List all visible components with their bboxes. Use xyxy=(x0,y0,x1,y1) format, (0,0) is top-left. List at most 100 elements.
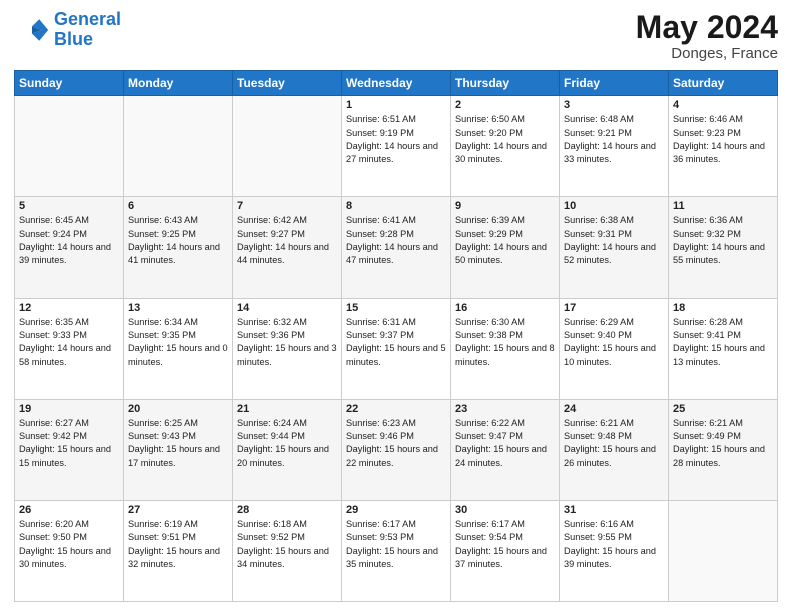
day-number: 4 xyxy=(673,99,773,111)
cell-info: Sunrise: 6:45 AM Sunset: 9:24 PM Dayligh… xyxy=(19,214,119,267)
day-number: 16 xyxy=(455,302,555,314)
cell-info: Sunrise: 6:18 AM Sunset: 9:52 PM Dayligh… xyxy=(237,518,337,571)
header: GeneralBlue May 2024 Donges, France xyxy=(14,10,778,62)
day-number: 15 xyxy=(346,302,446,314)
calendar-cell xyxy=(15,96,124,197)
calendar-cell: 20Sunrise: 6:25 AM Sunset: 9:43 PM Dayli… xyxy=(124,399,233,500)
column-header-monday: Monday xyxy=(124,71,233,96)
cell-info: Sunrise: 6:27 AM Sunset: 9:42 PM Dayligh… xyxy=(19,417,119,470)
calendar-cell: 23Sunrise: 6:22 AM Sunset: 9:47 PM Dayli… xyxy=(451,399,560,500)
calendar-cell xyxy=(124,96,233,197)
calendar-cell: 17 Sunrise: 6:29 AM Sunset: 9:40 PM Dayli… xyxy=(560,298,669,399)
calendar-cell: 3Sunrise: 6:48 AM Sunset: 9:21 PM Daylig… xyxy=(560,96,669,197)
column-header-friday: Friday xyxy=(560,71,669,96)
cell-info: Sunrise: 6:50 AM Sunset: 9:20 PM Dayligh… xyxy=(455,113,555,166)
calendar-header-row: SundayMondayTuesdayWednesdayThursdayFrid… xyxy=(15,71,778,96)
calendar-cell xyxy=(233,96,342,197)
calendar-cell xyxy=(669,500,778,601)
week-row-1: 1Sunrise: 6:51 AM Sunset: 9:19 PM Daylig… xyxy=(15,96,778,197)
calendar-cell: 31Sunrise: 6:16 AM Sunset: 9:55 PM Dayli… xyxy=(560,500,669,601)
week-row-3: 12Sunrise: 6:35 AM Sunset: 9:33 PM Dayli… xyxy=(15,298,778,399)
cell-info: Sunrise: 6:17 AM Sunset: 9:53 PM Dayligh… xyxy=(346,518,446,571)
calendar-cell: 19 Sunrise: 6:27 AM Sunset: 9:42 PM Dayli… xyxy=(15,399,124,500)
calendar-cell: 24 Sunrise: 6:21 AM Sunset: 9:48 PM Dayli… xyxy=(560,399,669,500)
calendar-cell: 8 Sunrise: 6:41 AM Sunset: 9:28 PM Daylig… xyxy=(342,197,451,298)
cell-info: Sunrise: 6:21 AM Sunset: 9:48 PM Dayligh… xyxy=(564,417,664,470)
calendar-cell: 4 Sunrise: 6:46 AM Sunset: 9:23 PM Daylig… xyxy=(669,96,778,197)
week-row-5: 26 Sunrise: 6:20 AM Sunset: 9:50 PM Dayli… xyxy=(15,500,778,601)
day-number: 28 xyxy=(237,504,337,516)
week-row-2: 5 Sunrise: 6:45 AM Sunset: 9:24 PM Daylig… xyxy=(15,197,778,298)
cell-info: Sunrise: 6:48 AM Sunset: 9:21 PM Dayligh… xyxy=(564,113,664,166)
cell-info: Sunrise: 6:19 AM Sunset: 9:51 PM Dayligh… xyxy=(128,518,228,571)
calendar-cell: 10 Sunrise: 6:38 AM Sunset: 9:31 PM Dayli… xyxy=(560,197,669,298)
logo-text: GeneralBlue xyxy=(54,10,121,50)
day-number: 7 xyxy=(237,200,337,212)
cell-info: Sunrise: 6:29 AM Sunset: 9:40 PM Dayligh… xyxy=(564,316,664,369)
calendar-cell: 26 Sunrise: 6:20 AM Sunset: 9:50 PM Dayli… xyxy=(15,500,124,601)
day-number: 1 xyxy=(346,99,446,111)
cell-info: Sunrise: 6:36 AM Sunset: 9:32 PM Dayligh… xyxy=(673,214,773,267)
day-number: 19 xyxy=(19,403,119,415)
day-number: 6 xyxy=(128,200,228,212)
calendar-table: SundayMondayTuesdayWednesdayThursdayFrid… xyxy=(14,70,778,602)
cell-info: Sunrise: 6:43 AM Sunset: 9:25 PM Dayligh… xyxy=(128,214,228,267)
calendar-cell: 11 Sunrise: 6:36 AM Sunset: 9:32 PM Dayli… xyxy=(669,197,778,298)
calendar-cell: 1Sunrise: 6:51 AM Sunset: 9:19 PM Daylig… xyxy=(342,96,451,197)
calendar-cell: 5 Sunrise: 6:45 AM Sunset: 9:24 PM Daylig… xyxy=(15,197,124,298)
calendar-cell: 6 Sunrise: 6:43 AM Sunset: 9:25 PM Daylig… xyxy=(124,197,233,298)
page: GeneralBlue May 2024 Donges, France Sund… xyxy=(0,0,792,612)
day-number: 8 xyxy=(346,200,446,212)
cell-info: Sunrise: 6:23 AM Sunset: 9:46 PM Dayligh… xyxy=(346,417,446,470)
cell-info: Sunrise: 6:34 AM Sunset: 9:35 PM Dayligh… xyxy=(128,316,228,369)
calendar-cell: 12Sunrise: 6:35 AM Sunset: 9:33 PM Dayli… xyxy=(15,298,124,399)
day-number: 29 xyxy=(346,504,446,516)
calendar-cell: 13 Sunrise: 6:34 AM Sunset: 9:35 PM Dayli… xyxy=(124,298,233,399)
column-header-thursday: Thursday xyxy=(451,71,560,96)
calendar-cell: 22Sunrise: 6:23 AM Sunset: 9:46 PM Dayli… xyxy=(342,399,451,500)
logo-icon xyxy=(14,12,50,48)
subtitle: Donges, France xyxy=(636,45,778,62)
calendar-cell: 29 Sunrise: 6:17 AM Sunset: 9:53 PM Dayli… xyxy=(342,500,451,601)
cell-info: Sunrise: 6:38 AM Sunset: 9:31 PM Dayligh… xyxy=(564,214,664,267)
cell-info: Sunrise: 6:22 AM Sunset: 9:47 PM Dayligh… xyxy=(455,417,555,470)
cell-info: Sunrise: 6:16 AM Sunset: 9:55 PM Dayligh… xyxy=(564,518,664,571)
cell-info: Sunrise: 6:17 AM Sunset: 9:54 PM Dayligh… xyxy=(455,518,555,571)
day-number: 2 xyxy=(455,99,555,111)
calendar-cell: 14 Sunrise: 6:32 AM Sunset: 9:36 PM Dayli… xyxy=(233,298,342,399)
cell-info: Sunrise: 6:46 AM Sunset: 9:23 PM Dayligh… xyxy=(673,113,773,166)
cell-info: Sunrise: 6:35 AM Sunset: 9:33 PM Dayligh… xyxy=(19,316,119,369)
day-number: 18 xyxy=(673,302,773,314)
cell-info: Sunrise: 6:31 AM Sunset: 9:37 PM Dayligh… xyxy=(346,316,446,369)
column-header-tuesday: Tuesday xyxy=(233,71,342,96)
cell-info: Sunrise: 6:41 AM Sunset: 9:28 PM Dayligh… xyxy=(346,214,446,267)
day-number: 24 xyxy=(564,403,664,415)
cell-info: Sunrise: 6:21 AM Sunset: 9:49 PM Dayligh… xyxy=(673,417,773,470)
day-number: 17 xyxy=(564,302,664,314)
calendar-cell: 7Sunrise: 6:42 AM Sunset: 9:27 PM Daylig… xyxy=(233,197,342,298)
cell-info: Sunrise: 6:39 AM Sunset: 9:29 PM Dayligh… xyxy=(455,214,555,267)
day-number: 13 xyxy=(128,302,228,314)
day-number: 26 xyxy=(19,504,119,516)
calendar-cell: 9 Sunrise: 6:39 AM Sunset: 9:29 PM Daylig… xyxy=(451,197,560,298)
day-number: 10 xyxy=(564,200,664,212)
week-row-4: 19 Sunrise: 6:27 AM Sunset: 9:42 PM Dayli… xyxy=(15,399,778,500)
column-header-saturday: Saturday xyxy=(669,71,778,96)
calendar-cell: 18Sunrise: 6:28 AM Sunset: 9:41 PM Dayli… xyxy=(669,298,778,399)
calendar-cell: 25Sunrise: 6:21 AM Sunset: 9:49 PM Dayli… xyxy=(669,399,778,500)
day-number: 11 xyxy=(673,200,773,212)
logo: GeneralBlue xyxy=(14,10,121,50)
day-number: 5 xyxy=(19,200,119,212)
cell-info: Sunrise: 6:32 AM Sunset: 9:36 PM Dayligh… xyxy=(237,316,337,369)
cell-info: Sunrise: 6:25 AM Sunset: 9:43 PM Dayligh… xyxy=(128,417,228,470)
day-number: 9 xyxy=(455,200,555,212)
calendar-cell: 15 Sunrise: 6:31 AM Sunset: 9:37 PM Dayli… xyxy=(342,298,451,399)
calendar-cell: 16Sunrise: 6:30 AM Sunset: 9:38 PM Dayli… xyxy=(451,298,560,399)
day-number: 14 xyxy=(237,302,337,314)
day-number: 21 xyxy=(237,403,337,415)
day-number: 27 xyxy=(128,504,228,516)
column-header-wednesday: Wednesday xyxy=(342,71,451,96)
cell-info: Sunrise: 6:20 AM Sunset: 9:50 PM Dayligh… xyxy=(19,518,119,571)
calendar-cell: 28 Sunrise: 6:18 AM Sunset: 9:52 PM Dayli… xyxy=(233,500,342,601)
title-block: May 2024 Donges, France xyxy=(636,10,778,62)
